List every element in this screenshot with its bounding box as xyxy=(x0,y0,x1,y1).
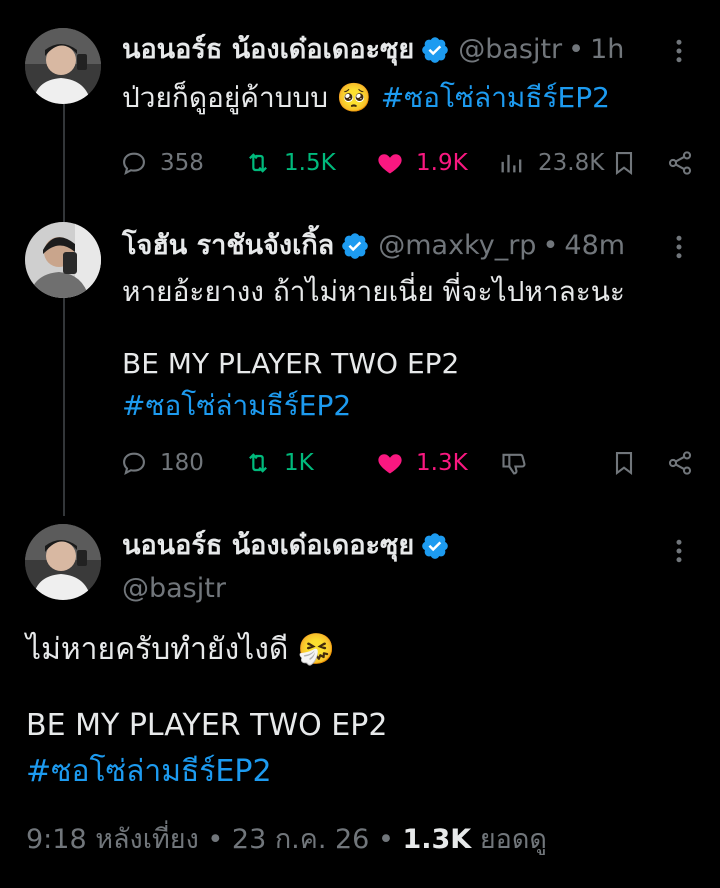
separator-dot: • xyxy=(207,824,232,855)
separator-dot: • xyxy=(568,34,585,65)
post-date[interactable]: 23 ก.ค. 26 xyxy=(232,824,369,855)
dislike-icon[interactable] xyxy=(500,449,528,477)
hashtag-link[interactable]: #ซอโซ่ล่ามธีร์EP2 xyxy=(381,81,610,114)
avatar-photo xyxy=(25,524,101,600)
timestamp[interactable]: 1h xyxy=(590,34,624,66)
like-count: 1.9K xyxy=(416,150,468,176)
action-bar: 358 1.5K 1.9K 23.8K xyxy=(120,146,700,180)
tweet-body: BE MY PLAYER TWO EP2 xyxy=(122,347,460,380)
like-button[interactable]: 1.3K xyxy=(376,446,468,480)
reply-count: 358 xyxy=(160,150,204,176)
retweet-icon xyxy=(249,153,267,173)
hashtag-link[interactable]: #ซอโซ่ล่ามธีร์EP2 xyxy=(122,388,351,424)
view-count: 23.8K xyxy=(538,150,605,176)
reply-icon xyxy=(123,152,145,175)
separator-dot: • xyxy=(542,230,559,261)
more-options-icon[interactable] xyxy=(664,536,694,566)
handle[interactable]: @basjtr xyxy=(122,572,226,606)
retweet-icon xyxy=(249,453,267,473)
views-label: ยอดดู xyxy=(479,824,547,855)
retweet-count: 1K xyxy=(284,450,314,476)
post-time[interactable]: 9:18 หลังเที่ยง xyxy=(26,824,199,855)
tweet-header: โจฮัน ราชันจังเกิ้ล @maxky_rp • 48m xyxy=(122,230,625,262)
hashtag-link[interactable]: #ซอโซ่ล่ามธีร์EP2 xyxy=(26,752,272,792)
share-icon[interactable] xyxy=(666,149,694,177)
display-name[interactable]: นอนอร์ธ น้องเด๋อเดอะซุย xyxy=(122,34,414,66)
retweet-button[interactable]: 1K xyxy=(244,446,314,480)
handle[interactable]: @maxky_rp xyxy=(378,230,536,262)
retweet-count: 1.5K xyxy=(284,150,336,176)
handle[interactable]: @basjtr xyxy=(458,34,562,66)
like-count: 1.3K xyxy=(416,450,468,476)
retweet-button[interactable]: 1.5K xyxy=(244,146,336,180)
tweet-body: BE MY PLAYER TWO EP2 xyxy=(26,708,388,743)
reply-icon xyxy=(123,452,145,475)
views-icon xyxy=(501,154,522,173)
tweet-text: ป่วยก็ดูอยู่ค้าบบบ 🥺 #ซอโซ่ล่ามธีร์EP2 xyxy=(122,80,610,116)
tweet-body: หายอ้ะยางง ถ้าไม่หายเนี่ย พี่จะไปหาละนะ xyxy=(122,275,625,308)
verified-badge-icon xyxy=(422,37,449,63)
like-button[interactable]: 1.9K xyxy=(376,146,468,180)
avatar[interactable] xyxy=(25,28,101,104)
display-name[interactable]: นอนอร์ธ น้องเด๋อเดอะซุย xyxy=(122,530,414,562)
avatar-photo xyxy=(25,222,101,298)
reply-button[interactable]: 180 xyxy=(120,446,204,480)
heart-icon xyxy=(378,454,402,474)
tweet-header: นอนอร์ธ น้องเด๋อเดอะซุย @basjtr • 1h xyxy=(122,34,624,66)
verified-badge-icon xyxy=(342,233,369,259)
view-count: 1.3K xyxy=(402,824,472,855)
more-options-icon[interactable] xyxy=(664,36,694,66)
thread-connector-line xyxy=(63,104,65,516)
bookmark-icon[interactable] xyxy=(610,449,638,477)
tweet-body: ป่วยก็ดูอยู่ค้าบบบ 🥺 xyxy=(122,81,372,114)
share-icon[interactable] xyxy=(666,449,694,477)
verified-badge-icon xyxy=(422,533,449,559)
avatar[interactable] xyxy=(25,524,101,600)
reply-count: 180 xyxy=(160,450,204,476)
avatar-photo xyxy=(25,28,101,104)
views-button[interactable]: 23.8K xyxy=(498,146,604,180)
action-bar: 180 1K 1.3K xyxy=(120,446,700,480)
avatar[interactable] xyxy=(25,222,101,298)
separator-dot: • xyxy=(377,824,403,855)
bookmark-icon[interactable] xyxy=(610,149,638,177)
timestamp[interactable]: 48m xyxy=(564,230,625,262)
heart-icon xyxy=(378,154,402,174)
more-options-icon[interactable] xyxy=(664,232,694,262)
tweet-header: นอนอร์ธ น้องเด๋อเดอะซุย xyxy=(122,530,450,562)
tweet-meta: 9:18 หลังเที่ยง • 23 ก.ค. 26 • 1.3K ยอดด… xyxy=(26,822,547,858)
reply-button[interactable]: 358 xyxy=(120,146,204,180)
display-name[interactable]: โจฮัน ราชันจังเกิ้ล xyxy=(122,230,334,262)
tweet-body: ไม่หายครับทำยังไงดี 🤧 xyxy=(26,632,336,667)
